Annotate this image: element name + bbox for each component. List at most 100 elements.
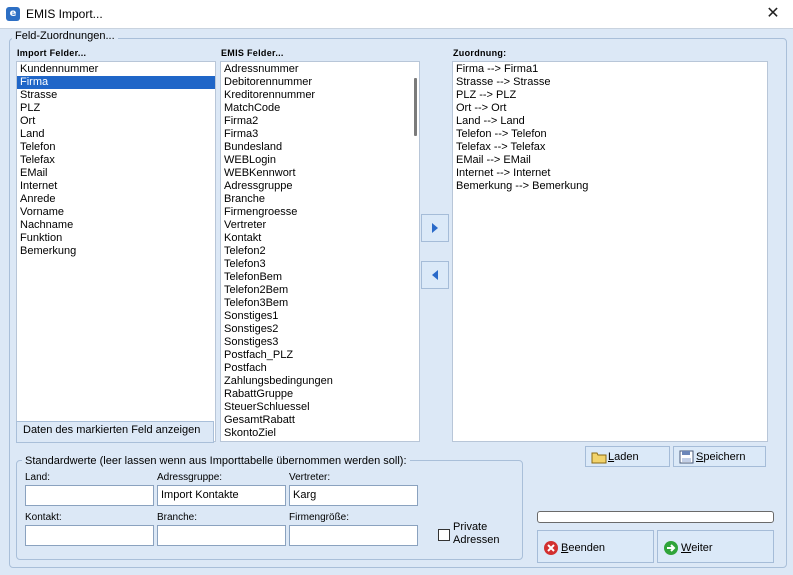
emis-field-item[interactable]: Kontakt: [221, 232, 419, 245]
mapping-item[interactable]: Ort --> Ort: [453, 102, 767, 115]
add-mapping-button[interactable]: [421, 214, 449, 242]
emis-field-item[interactable]: TelefonBem: [221, 271, 419, 284]
import-field-item[interactable]: Telefon: [17, 141, 215, 154]
emis-field-item[interactable]: Debitorennummer: [221, 76, 419, 89]
emis-field-item[interactable]: SkontoZiel: [221, 427, 419, 440]
import-fields-list[interactable]: Kundennummer Firma Strasse PLZ Ort Land Telefo…: [16, 61, 216, 442]
private-label-line1: Private: [453, 521, 488, 533]
load-button-label: Laden: [608, 451, 639, 463]
branche-input[interactable]: [157, 525, 286, 546]
save-button[interactable]: Speichern: [673, 446, 766, 467]
emis-field-item[interactable]: Telefon2Bem: [221, 284, 419, 297]
exit-button[interactable]: Beenden: [537, 530, 654, 563]
kontakt-input[interactable]: [25, 525, 154, 546]
arrow-right-icon: [432, 223, 438, 233]
emis-field-item[interactable]: WEBLogin: [221, 154, 419, 167]
mapping-item[interactable]: Firma --> Firma1: [453, 63, 767, 76]
emis-fields-label: EMIS Felder...: [221, 48, 284, 58]
import-field-item[interactable]: Internet: [17, 180, 215, 193]
exit-icon: [544, 541, 558, 555]
emis-field-item[interactable]: Telefon2: [221, 245, 419, 258]
import-field-item[interactable]: Bemerkung: [17, 245, 215, 258]
import-field-item[interactable]: PLZ: [17, 102, 215, 115]
next-button[interactable]: Weiter: [657, 530, 774, 563]
emis-field-item[interactable]: Zahlungsbedingungen: [221, 375, 419, 388]
private-addresses-checkbox[interactable]: [438, 529, 450, 541]
import-fields-label: Import Felder...: [17, 48, 87, 58]
emis-field-item[interactable]: GesamtRabatt: [221, 414, 419, 427]
emis-field-item[interactable]: Telefon3: [221, 258, 419, 271]
dialog-client: Feld-Zuordnungen... Import Felder... EMI…: [0, 29, 793, 575]
import-field-item[interactable]: Funktion: [17, 232, 215, 245]
emis-field-item[interactable]: Firmengroesse: [221, 206, 419, 219]
folder-icon: [591, 452, 607, 464]
firmengroesse-label: Firmengröße:: [289, 512, 350, 523]
mapping-item[interactable]: Bemerkung --> Bemerkung: [453, 180, 767, 193]
import-field-item[interactable]: Kundennummer: [17, 63, 215, 76]
import-field-item[interactable]: Ort: [17, 115, 215, 128]
close-button[interactable]: ✕: [753, 0, 793, 28]
emis-field-item[interactable]: Firma2: [221, 115, 419, 128]
emis-field-item[interactable]: Vertreter: [221, 219, 419, 232]
import-field-item[interactable]: Firma: [17, 76, 215, 89]
adressgruppe-label: Adressgruppe:: [157, 472, 223, 483]
adressgruppe-input[interactable]: Import Kontakte: [157, 485, 286, 506]
app-icon: e: [6, 7, 20, 21]
emis-field-item[interactable]: MatchCode: [221, 102, 419, 115]
import-field-item[interactable]: EMail: [17, 167, 215, 180]
mapping-label: Zuordnung:: [453, 48, 507, 58]
mapping-item[interactable]: Telefax --> Telefax: [453, 141, 767, 154]
remove-mapping-button[interactable]: [421, 261, 449, 289]
window-title: EMIS Import...: [26, 7, 103, 21]
emis-field-item[interactable]: Adressgruppe: [221, 180, 419, 193]
branche-label: Branche:: [157, 512, 198, 523]
emis-field-item[interactable]: Postfach: [221, 362, 419, 375]
import-field-item[interactable]: Telefax: [17, 154, 215, 167]
land-input[interactable]: [25, 485, 154, 506]
mapping-item[interactable]: Telefon --> Telefon: [453, 128, 767, 141]
emis-field-item[interactable]: Sonstiges3: [221, 336, 419, 349]
emis-field-item[interactable]: Kreditorennummer: [221, 89, 419, 102]
field-mapping-title: Feld-Zuordnungen...: [12, 30, 118, 42]
arrow-left-icon: [432, 270, 438, 280]
arrow-right-circle-icon: [664, 541, 678, 555]
emis-field-item[interactable]: RabattGruppe: [221, 388, 419, 401]
emis-fields-list[interactable]: Adressnummer Debitorennummer Kreditorennum…: [220, 61, 420, 442]
vertreter-label: Vertreter:: [289, 472, 331, 483]
emis-field-item[interactable]: SteuerSchluessel: [221, 401, 419, 414]
mapping-list[interactable]: Firma --> Firma1 Strasse --> Strasse PLZ -…: [452, 61, 768, 442]
defaults-title: Standardwerte (leer lassen wenn aus Impo…: [22, 455, 410, 467]
import-field-item[interactable]: Land: [17, 128, 215, 141]
emis-field-item[interactable]: Sonstiges1: [221, 310, 419, 323]
emis-field-item[interactable]: Postfach_PLZ: [221, 349, 419, 362]
mapping-item[interactable]: Internet --> Internet: [453, 167, 767, 180]
vertreter-input[interactable]: Karg: [289, 485, 418, 506]
land-label: Land:: [25, 472, 51, 483]
title-bar: e EMIS Import... ✕: [0, 0, 793, 29]
import-field-item[interactable]: Strasse: [17, 89, 215, 102]
mapping-item[interactable]: Land --> Land: [453, 115, 767, 128]
import-field-item[interactable]: Nachname: [17, 219, 215, 232]
kontakt-label: Kontakt:: [25, 512, 62, 523]
emis-list-scrollbar[interactable]: [414, 78, 417, 136]
import-field-item[interactable]: Anrede: [17, 193, 215, 206]
emis-field-item[interactable]: Branche: [221, 193, 419, 206]
save-button-label: Speichern: [696, 451, 746, 463]
field-info-box: Daten des markierten Feld anzeigen: [16, 421, 214, 443]
mapping-item[interactable]: Strasse --> Strasse: [453, 76, 767, 89]
firmengroesse-input[interactable]: [289, 525, 418, 546]
mapping-item[interactable]: PLZ --> PLZ: [453, 89, 767, 102]
emis-field-item[interactable]: Adressnummer: [221, 63, 419, 76]
emis-field-item[interactable]: Telefon3Bem: [221, 297, 419, 310]
emis-field-item[interactable]: Bundesland: [221, 141, 419, 154]
emis-field-item[interactable]: Sonstiges2: [221, 323, 419, 336]
emis-field-item[interactable]: Firma3: [221, 128, 419, 141]
mapping-item[interactable]: EMail --> EMail: [453, 154, 767, 167]
import-field-item[interactable]: Vorname: [17, 206, 215, 219]
next-button-label: Weiter: [681, 542, 713, 554]
load-button[interactable]: Laden: [585, 446, 670, 467]
save-icon: [679, 450, 694, 464]
import-progress-bar: [537, 511, 774, 523]
exit-button-label: Beenden: [561, 542, 606, 554]
emis-field-item[interactable]: WEBKennwort: [221, 167, 419, 180]
